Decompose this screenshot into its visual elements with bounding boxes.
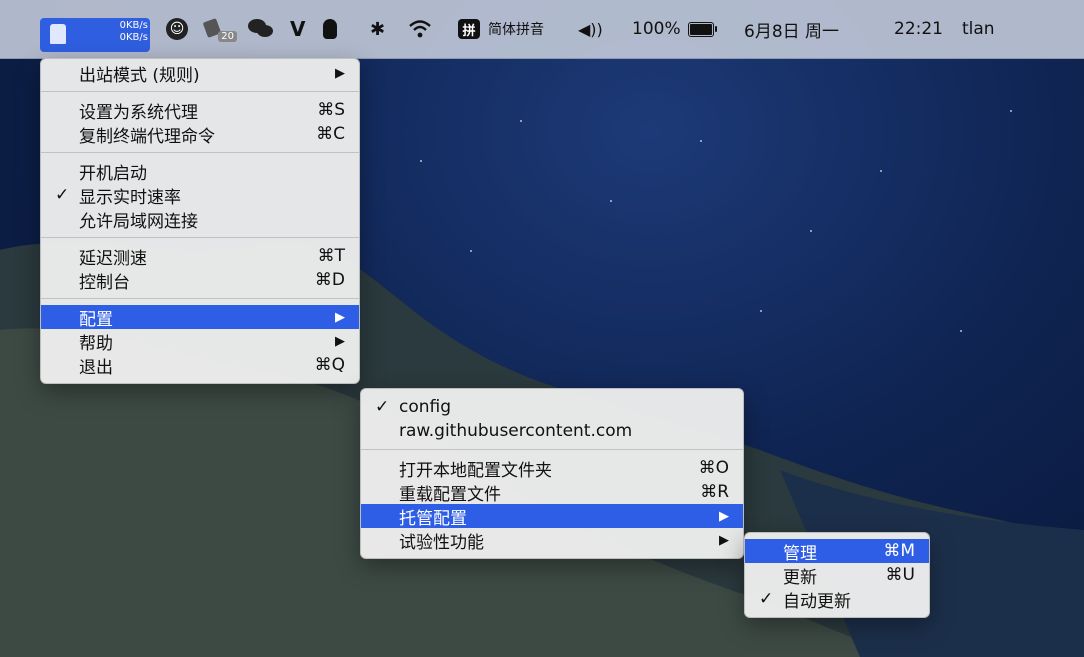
clashx-main-menu: 出站模式 (规则) ▶ 设置为系统代理 ⌘S 复制终端代理命令 ⌘C 开机启动 … [40,58,360,384]
menu-item-update[interactable]: 更新 ⌘U [745,563,929,588]
menu-item-label: 退出 [79,357,113,378]
menu-item-experimental[interactable]: 试验性功能 ▶ [361,528,743,553]
shortcut-label: ⌘R [700,482,729,502]
menu-item-label: 自动更新 [783,591,851,612]
menu-item-allow-lan[interactable]: 允许局域网连接 [41,207,359,232]
time-label[interactable]: 22:21 [894,0,943,58]
menu-separator [41,91,359,92]
menu-item-label: 打开本地配置文件夹 [399,460,552,481]
bluetooth-icon[interactable]: ✱ [370,0,385,58]
smiley-app-icon[interactable]: ☺ [166,0,188,58]
menu-item-reload-config[interactable]: 重载配置文件 ⌘R [361,480,743,505]
menu-item-outbound-mode[interactable]: 出站模式 (规则) ▶ [41,61,359,86]
shortcut-label: ⌘Q [314,355,345,375]
check-mark-icon: ✓ [375,397,390,417]
battery-percent[interactable]: 100% [632,0,681,58]
submenu-arrow-icon: ▶ [335,65,345,81]
menu-item-label: 配置 [79,309,113,330]
menu-item-label: 复制终端代理命令 [79,126,215,147]
wechat-icon[interactable] [248,0,274,58]
menu-item-config-default[interactable]: ✓ config [361,395,743,419]
menu-item-quit[interactable]: 退出 ⌘Q [41,353,359,378]
check-mark-icon: ✓ [55,185,70,205]
submenu-arrow-icon: ▶ [335,309,345,325]
upload-speed: 0KB/s [119,20,148,31]
menu-separator [41,298,359,299]
shortcut-label: ⌘S [317,100,345,120]
menu-item-auto-update[interactable]: ✓ 自动更新 [745,587,929,612]
menu-item-benchmark[interactable]: 延迟测速 ⌘T [41,244,359,269]
menu-item-label: 管理 [783,543,817,564]
menu-item-manage[interactable]: 管理 ⌘M [745,539,929,564]
user-name[interactable]: tlan [962,0,995,58]
qq-penguin-icon[interactable] [323,0,337,58]
submenu-arrow-icon: ▶ [719,508,729,524]
menu-item-label: 控制台 [79,272,130,293]
shortcut-label: ⌘M [883,541,915,561]
menu-item-label: 托管配置 [399,508,467,529]
menu-item-label: config [399,397,452,417]
badge-count: 20 [218,31,237,42]
menu-item-help[interactable]: 帮助 ▶ [41,329,359,354]
submenu-arrow-icon: ▶ [335,333,345,349]
ime-badge: 拼 [458,19,480,39]
shortcut-label: ⌘D [314,270,345,290]
shortcut-label: ⌘C [316,124,345,144]
menu-item-label: 出站模式 (规则) [79,65,200,86]
menu-item-dashboard[interactable]: 控制台 ⌘D [41,268,359,293]
download-speed: 0KB/s [119,32,148,43]
menu-item-label: 重载配置文件 [399,484,501,505]
speed-indicator: 0KB/s 0KB/s [102,20,148,44]
wifi-icon[interactable] [408,0,432,58]
managed-config-submenu: 管理 ⌘M 更新 ⌘U ✓ 自动更新 [744,532,930,618]
menu-item-show-speed[interactable]: ✓ 显示实时速率 [41,183,359,208]
menu-item-label: raw.githubusercontent.com [399,421,633,441]
menu-item-open-config-folder[interactable]: 打开本地配置文件夹 ⌘O [361,456,743,481]
menu-separator [361,449,743,450]
battery-icon[interactable] [688,0,717,58]
menu-item-managed-config[interactable]: 托管配置 ▶ [361,504,743,529]
vue-v-icon[interactable]: V [290,0,305,58]
shortcut-label: ⌘U [885,565,915,585]
menu-item-config-github[interactable]: raw.githubusercontent.com [361,419,743,443]
shortcut-label: ⌘T [317,246,345,266]
menu-separator [41,237,359,238]
input-method-icon[interactable]: 拼 [458,0,480,58]
menu-item-label: 开机启动 [79,163,147,184]
menu-item-label: 允许局域网连接 [79,211,198,232]
menu-bar: 0KB/s 0KB/s ☺ 20 V ✱ 拼 简体拼音 ◀)) 100% 6月8… [0,0,1084,59]
input-method-name[interactable]: 简体拼音 [488,0,544,58]
menu-item-label: 更新 [783,567,817,588]
menu-item-label: 设置为系统代理 [79,102,198,123]
config-submenu: ✓ config raw.githubusercontent.com 打开本地配… [360,388,744,559]
menu-item-set-system-proxy[interactable]: 设置为系统代理 ⌘S [41,98,359,123]
menu-item-label: 帮助 [79,333,113,354]
volume-icon[interactable]: ◀)) [578,0,603,58]
menu-item-launch-at-login[interactable]: 开机启动 [41,159,359,184]
menu-item-label: 试验性功能 [399,532,484,553]
menu-item-label: 延迟测速 [79,248,147,269]
menu-item-label: 显示实时速率 [79,187,181,208]
shortcut-label: ⌘O [698,458,729,478]
menu-separator [41,152,359,153]
menu-item-copy-terminal-command[interactable]: 复制终端代理命令 ⌘C [41,122,359,147]
menu-item-config[interactable]: 配置 ▶ [41,305,359,330]
submenu-arrow-icon: ▶ [719,532,729,548]
clashx-icon [50,24,66,44]
date-label[interactable]: 6月8日 周一 [744,0,839,58]
check-mark-icon: ✓ [759,589,774,609]
badge-app-icon[interactable]: 20 [202,0,237,58]
